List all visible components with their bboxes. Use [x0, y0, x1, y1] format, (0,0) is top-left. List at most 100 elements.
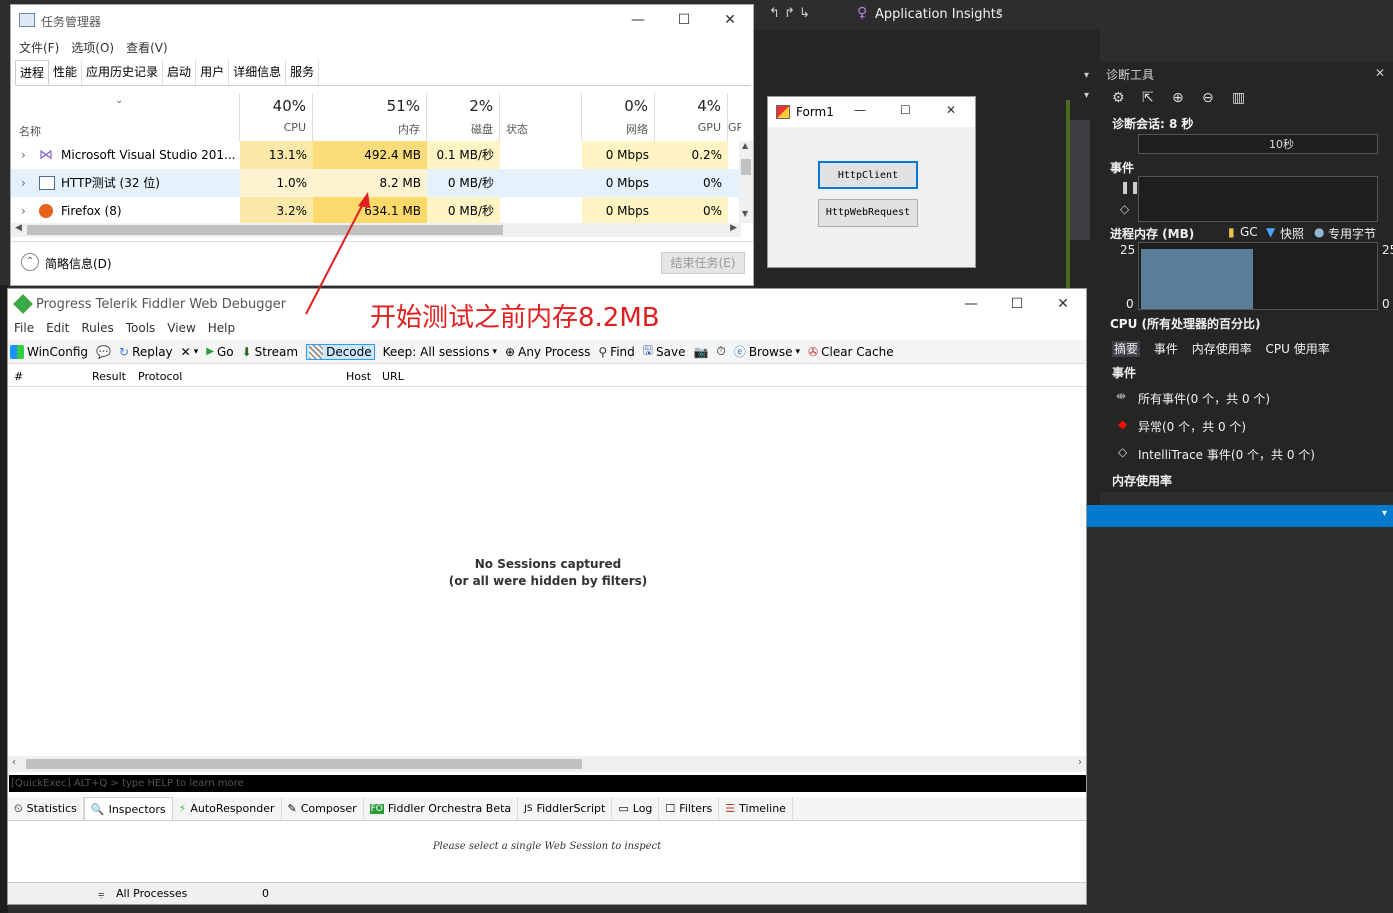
col-mem-header[interactable]: 51% 内存 [313, 93, 427, 141]
tab-events[interactable]: 事件 [1154, 342, 1178, 356]
chevron-down-icon[interactable]: ▾ [1382, 508, 1387, 519]
close-button[interactable]: ✕ [1040, 289, 1086, 319]
col-gpu-engine-header[interactable]: GPU [728, 93, 741, 141]
quickexec-input[interactable]: [QuickExec] ALT+Q > type HELP to learn m… [9, 775, 1086, 792]
comment-button[interactable]: 💬 [96, 345, 111, 359]
tab-memory[interactable]: 内存使用率 [1192, 342, 1252, 356]
save-button[interactable]: 🖫 Save [643, 341, 686, 362]
scroll-left-icon[interactable]: ‹ [12, 757, 16, 768]
tab-processes[interactable]: 进程 [15, 60, 50, 85]
tab-autoresponder[interactable]: ⚡ AutoResponder [173, 797, 282, 820]
scroll-left-icon[interactable]: ◀ [15, 223, 22, 233]
tab-inspectors[interactable]: 🔍 Inspectors [83, 797, 173, 820]
col-result[interactable]: Result [92, 370, 126, 383]
exceptions-link[interactable]: 异常(0 个，共 0 个) [1138, 418, 1246, 435]
decode-button[interactable]: Decode [306, 343, 375, 360]
menu-view[interactable]: View [167, 321, 195, 335]
menu-file[interactable]: File [14, 321, 34, 335]
maximize-button[interactable]: ☐ [661, 5, 707, 35]
keep-sessions-dropdown[interactable]: Keep: All sessions ▾ [383, 345, 497, 359]
memory-chart[interactable] [1138, 242, 1378, 310]
dropdown-icon[interactable]: ▾ [1084, 90, 1089, 101]
httpwebrequest-button[interactable]: HttpWebRequest [818, 199, 918, 227]
scroll-thumb[interactable] [26, 759, 582, 769]
scroll-right-icon[interactable]: › [1078, 757, 1082, 768]
tab-fiddlerscript[interactable]: JS FiddlerScript [518, 797, 613, 820]
reset-zoom-icon[interactable]: ▥ [1232, 90, 1248, 106]
col-disk-header[interactable]: 2% 磁盘 [427, 93, 500, 141]
expand-icon[interactable]: › [21, 169, 26, 197]
settings-icon[interactable]: ⚙ [1112, 90, 1128, 106]
tab-filters[interactable]: ☐ Filters [659, 797, 720, 820]
httpclient-button[interactable]: HttpClient [818, 161, 918, 189]
tab-orchestra[interactable]: FO Fiddler Orchestra Beta [364, 797, 519, 820]
go-button[interactable]: ▶ Go [206, 345, 233, 359]
maximize-button[interactable]: ☐ [900, 103, 911, 117]
stream-button[interactable]: ⬇ Stream [242, 345, 298, 359]
col-number[interactable]: # [14, 370, 23, 383]
expand-icon[interactable]: › [21, 197, 26, 223]
menu-edit[interactable]: Edit [46, 321, 69, 335]
menu-options[interactable]: 选项(O) [71, 39, 114, 56]
menu-tools[interactable]: Tools [126, 321, 156, 335]
minimize-button[interactable]: — [854, 103, 866, 117]
scroll-down-icon[interactable]: ▼ [742, 209, 748, 218]
any-process-button[interactable]: ⊕ Any Process [505, 345, 590, 359]
all-events-link[interactable]: 所有事件(0 个，共 0 个) [1138, 390, 1270, 407]
close-icon[interactable]: ✕ [1375, 66, 1385, 80]
app-insights-dropdown-icon[interactable]: ▾ [997, 6, 1002, 17]
close-button[interactable]: ✕ [707, 5, 753, 35]
menu-file[interactable]: 文件(F) [19, 39, 59, 56]
remove-button[interactable]: ✕ ▾ [181, 345, 199, 359]
end-task-button[interactable]: 结束任务(E) [661, 252, 745, 274]
intellitrace-link[interactable]: IntelliTrace 事件(0 个，共 0 个) [1138, 446, 1315, 463]
timeline-ruler[interactable]: 10秒 [1138, 134, 1378, 154]
brief-info-link[interactable]: 简略信息(D) [45, 255, 112, 272]
vertical-scrollbar[interactable]: ▲ ▼ [739, 141, 753, 223]
col-host[interactable]: Host [346, 370, 371, 383]
events-track[interactable] [1138, 176, 1378, 222]
app-insights-button[interactable]: Application Insights [875, 7, 1003, 22]
replay-button[interactable]: ↻ Replay [119, 345, 173, 359]
screenshot-button[interactable]: 📷 [693, 345, 708, 359]
minimize-button[interactable]: — [948, 289, 994, 319]
close-button[interactable]: ✕ [946, 103, 956, 117]
col-cpu-header[interactable]: 40% CPU [240, 93, 313, 141]
find-button[interactable]: ⚲ Find [598, 345, 634, 359]
timer-button[interactable]: ⏱ [716, 344, 725, 359]
tab-cpu[interactable]: CPU 使用率 [1266, 342, 1330, 356]
minimize-button[interactable]: — [615, 5, 661, 35]
vs-scrollbar[interactable] [1070, 120, 1090, 240]
all-processes-filter[interactable]: All Processes [116, 887, 187, 900]
menu-view[interactable]: 查看(V) [126, 39, 168, 56]
col-name-header[interactable]: 名称 [11, 93, 240, 141]
col-gpu-header[interactable]: 4% GPU [655, 93, 728, 141]
scroll-right-icon[interactable]: ▶ [730, 223, 737, 233]
scroll-thumb[interactable] [741, 159, 751, 175]
tab-performance[interactable]: 性能 [49, 60, 83, 85]
export-icon[interactable]: ⇱ [1142, 90, 1158, 106]
sessions-hscrollbar[interactable]: ‹ › [8, 756, 1086, 772]
tab-timeline[interactable]: ☰ Timeline [719, 797, 793, 820]
col-protocol[interactable]: Protocol [138, 370, 182, 383]
debug-step-icons[interactable]: ↰ ↱ ↳ [769, 6, 810, 21]
tab-statistics[interactable]: ⏲ Statistics [8, 797, 84, 820]
tab-services[interactable]: 服务 [286, 60, 320, 85]
menu-help[interactable]: Help [208, 321, 235, 335]
scroll-thumb[interactable] [27, 225, 503, 235]
table-row[interactable]: › ⋈ Microsoft Visual Studio 201... 13.1%… [11, 141, 741, 169]
col-status-header[interactable]: 状态 [500, 93, 582, 141]
dropdown-icon[interactable]: ▾ [1084, 70, 1089, 81]
zoom-in-icon[interactable]: ⊕ [1172, 90, 1188, 106]
zoom-out-icon[interactable]: ⊖ [1202, 90, 1218, 106]
tab-details[interactable]: 详细信息 [229, 60, 287, 85]
tab-users[interactable]: 用户 [196, 60, 230, 85]
menu-rules[interactable]: Rules [81, 321, 113, 335]
clear-cache-button[interactable]: ✇ Clear Cache [808, 345, 894, 359]
taskmgr-titlebar[interactable]: 任务管理器 — ☐ ✕ [11, 5, 753, 35]
col-url[interactable]: URL [382, 370, 404, 383]
tab-startup[interactable]: 启动 [163, 60, 197, 85]
tab-summary[interactable]: 摘要 [1112, 341, 1141, 357]
collapse-icon[interactable]: ⌃ [21, 253, 39, 271]
form1-titlebar[interactable]: Form1 — ☐ ✕ [768, 97, 975, 127]
